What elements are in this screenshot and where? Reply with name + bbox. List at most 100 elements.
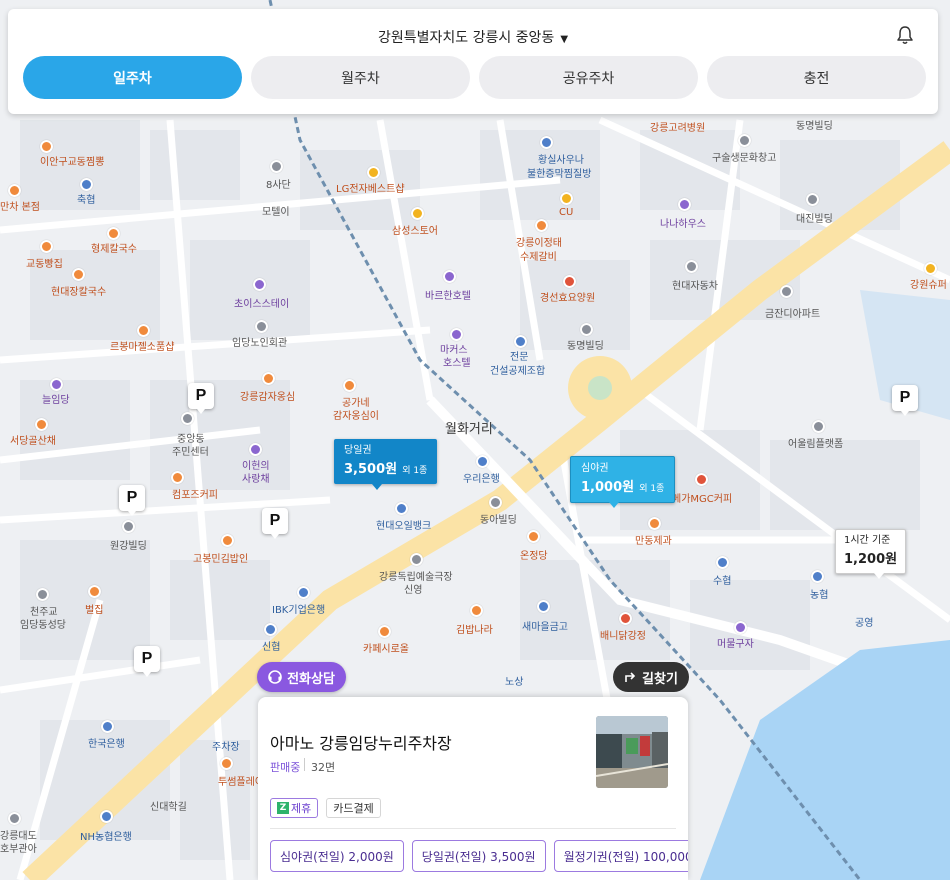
map-label: NH농협은행 [80, 832, 132, 843]
apartment-icon [780, 285, 793, 298]
map-label: 현대오일뱅크 [376, 521, 432, 532]
pin-price: 1,200원 [844, 552, 898, 567]
turn-right-icon [625, 672, 636, 682]
map-label: 모텔이 [262, 207, 290, 218]
bank-icon [540, 136, 553, 149]
map-label: 메가MGC커피 [672, 494, 733, 505]
hotel-icon [678, 198, 691, 211]
map-label: 신대학길 [150, 802, 187, 813]
map-label: 농협 [810, 590, 829, 601]
map-label: 현대장칼국수 [51, 287, 107, 298]
parking-marker[interactable]: P [892, 385, 918, 416]
tab-monthly[interactable]: 월주차 [251, 56, 470, 99]
hospital-icon [563, 275, 576, 288]
map-label: 공영 [855, 618, 874, 629]
map-label: 임당동성당 [20, 620, 66, 631]
map-label: 금잔디아파트 [765, 309, 821, 320]
restaurant-icon [35, 418, 48, 431]
caret-down-icon: ▼ [560, 34, 569, 45]
map-label: 전문 [510, 352, 529, 363]
cafe-icon [695, 473, 708, 486]
map-label: 축협 [77, 195, 96, 206]
bank-icon [264, 623, 277, 636]
ticket-day-pass[interactable]: 당일권(전일) 3,500원 [411, 840, 546, 872]
map-label: 김밥나라 [456, 625, 493, 636]
restaurant-icon [535, 219, 548, 232]
map-label: 만차 본점 [0, 202, 40, 213]
map-label: 신영 [404, 585, 423, 596]
phone-consult-button[interactable]: 전화상담 [257, 662, 346, 692]
map-label: 교동빵집 [26, 259, 63, 270]
price-pin-day-pass[interactable]: 당일권 3,500원 외 1종 [334, 439, 438, 490]
cafe-icon [171, 471, 184, 484]
building-icon [255, 320, 268, 333]
parking-marker[interactable]: P [262, 508, 288, 539]
map-label: 바르한호텔 [425, 291, 471, 302]
location-selector[interactable]: 강원특별자치도 강릉시 중앙동 ▼ [8, 27, 938, 47]
parking-lot-name: 아마노 강릉임당누리주차장 [270, 734, 452, 753]
map-label: 늘임당 [42, 395, 70, 406]
pin-price: 1,000원 [581, 480, 635, 495]
restaurant-icon [262, 372, 275, 385]
pin-type: 1시간 기준 [844, 535, 891, 546]
map-label: LG전자베스트샵 [336, 184, 405, 195]
price-pin-hourly[interactable]: 1시간 기준 1,200원 [835, 529, 907, 579]
map-label: 강릉이정태 [516, 238, 562, 249]
directions-label: 길찾기 [642, 671, 678, 687]
parking-marker[interactable]: P [134, 646, 160, 677]
map-label: 고봉민김밥인 [193, 554, 249, 565]
parking-marker[interactable]: P [188, 383, 214, 414]
map-label: 만동제과 [635, 536, 672, 547]
map-label: 주차장 [212, 742, 240, 753]
tab-charging[interactable]: 충전 [707, 56, 926, 99]
price-pin-night-pass[interactable]: 심야권 1,000원 외 1종 [570, 456, 676, 508]
map-label: 구술생문화창고 [712, 153, 777, 164]
parking-lot-card[interactable]: 아마노 강릉임당누리주차장 판매중 32면 Z 제휴 카드결제 심야권(전일) 2… [258, 697, 688, 880]
bank-icon [537, 600, 550, 613]
parking-type-tabs: 일주차 월주차 공유주차 충전 [23, 56, 926, 99]
directions-button[interactable]: 길찾기 [613, 662, 689, 692]
bank-icon [80, 178, 93, 191]
map-label: 배니닭강정 [600, 631, 646, 642]
restaurant-icon [107, 227, 120, 240]
map-label: 불한증막찜질방 [527, 169, 592, 180]
zeropay-icon: Z [277, 802, 289, 814]
ticket-night-pass[interactable]: 심야권(전일) 2,000원 [270, 840, 404, 872]
map-label: 월화거리 [445, 422, 493, 437]
cafe-icon [220, 757, 233, 770]
map-label: 머물구자 [717, 639, 754, 650]
map-label: 현대자동차 [672, 281, 718, 292]
map-label: 초이스스테이 [234, 299, 290, 310]
map-label: 8사단 [266, 180, 291, 191]
tab-shared[interactable]: 공유주차 [479, 56, 698, 99]
map-label: 한국은행 [88, 739, 125, 750]
pin-suffix: 외 1종 [639, 484, 665, 494]
map-label: CU [559, 207, 574, 218]
restaurant-icon [619, 612, 632, 625]
map-label: 사랑채 [242, 474, 270, 485]
pin-suffix: 외 1종 [402, 466, 428, 476]
ticket-monthly-pass[interactable]: 월정기권(전일) 100,000원 [553, 840, 688, 872]
tab-daily[interactable]: 일주차 [23, 56, 242, 99]
building-icon [806, 193, 819, 206]
partner-badge: Z 제휴 [270, 798, 319, 818]
store-icon [924, 262, 937, 275]
headset-icon [268, 670, 282, 684]
top-bar: 강원특별자치도 강릉시 중앙동 ▼ 일주차 월주차 공유주차 충전 [8, 9, 938, 114]
parking-lot-photo[interactable] [596, 716, 668, 788]
card-payment-badge: 카드결제 [326, 798, 381, 818]
map-label: 컴포즈커피 [172, 490, 218, 501]
cafe-icon [137, 324, 150, 337]
map-label: 경선효요양원 [540, 293, 596, 304]
map-label: 황실사우나 [538, 155, 584, 166]
divider [304, 758, 305, 771]
hotel-icon [450, 328, 463, 341]
map-label: 동아빌딩 [480, 515, 517, 526]
parking-marker[interactable]: P [119, 485, 145, 516]
map-label: 노상 [505, 677, 524, 688]
bell-icon[interactable] [896, 25, 914, 45]
restaurant-icon [40, 240, 53, 253]
theater-icon [410, 553, 423, 566]
map-label: 주민센터 [172, 447, 209, 458]
pin-price: 3,500원 [344, 462, 398, 477]
